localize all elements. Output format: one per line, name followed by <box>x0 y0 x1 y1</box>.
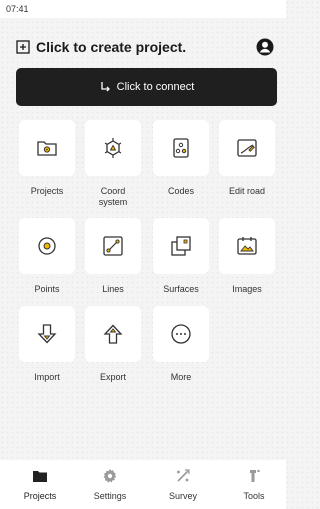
more-tile[interactable] <box>153 306 209 362</box>
lines-icon <box>103 236 123 256</box>
add-project-icon[interactable] <box>16 40 30 54</box>
more-label: More <box>170 372 192 382</box>
surfaces-tile[interactable] <box>153 218 209 274</box>
connect-icon <box>99 81 111 93</box>
tools-icon <box>250 469 260 482</box>
surfaces-icon <box>171 236 191 256</box>
folder-icon <box>37 141 57 156</box>
nav-projects[interactable]: Projects <box>10 468 70 501</box>
import-arrow-icon <box>37 324 57 344</box>
projects-tile[interactable] <box>19 120 75 176</box>
points-icon <box>38 237 56 255</box>
codes-icon <box>173 138 189 158</box>
points-label: Points <box>34 284 60 294</box>
codes-tile[interactable] <box>153 120 209 176</box>
status-time: 07:41 <box>6 4 29 14</box>
grid-item-images[interactable]: Images <box>217 218 277 295</box>
nav-survey[interactable]: Survey <box>153 468 213 501</box>
edit-road-label: Edit road <box>228 186 266 196</box>
nav-settings-label: Settings <box>93 491 127 501</box>
header: Click to create project. <box>16 38 274 56</box>
grid-item-import[interactable]: Import <box>17 306 77 383</box>
profile-icon[interactable] <box>256 38 274 56</box>
survey-icon <box>177 469 190 482</box>
connect-label: Click to connect <box>116 81 195 93</box>
grid-item-coord-system[interactable]: Coord system <box>83 120 143 208</box>
status-bar: 07:41 <box>0 0 286 18</box>
images-label: Images <box>232 284 262 294</box>
codes-label: Codes <box>167 186 194 196</box>
grid-item-edit-road[interactable]: Edit road <box>217 120 277 197</box>
grid-item-lines[interactable]: Lines <box>83 218 143 295</box>
nav-projects-label: Projects <box>23 491 57 501</box>
projects-label: Projects <box>30 186 64 196</box>
points-tile[interactable] <box>19 218 75 274</box>
bottom-nav: Projects Settings Survey Tools <box>0 460 286 509</box>
import-tile[interactable] <box>19 306 75 362</box>
lines-tile[interactable] <box>85 218 141 274</box>
gear-icon <box>103 469 117 483</box>
edit-road-icon <box>237 139 257 157</box>
images-icon <box>237 237 257 255</box>
images-tile[interactable] <box>219 218 275 274</box>
import-label: Import <box>34 372 60 382</box>
coord-system-icon <box>104 138 122 158</box>
nav-settings[interactable]: Settings <box>80 468 140 501</box>
surfaces-label: Surfaces <box>163 284 199 294</box>
create-project-title[interactable]: Click to create project. <box>36 39 186 55</box>
more-icon <box>171 324 191 344</box>
coord-system-tile[interactable] <box>85 120 141 176</box>
grid-item-projects[interactable]: Projects <box>17 120 77 197</box>
edit-road-tile[interactable] <box>219 120 275 176</box>
grid-item-export[interactable]: Export <box>83 306 143 383</box>
grid-item-more[interactable]: More <box>151 306 211 383</box>
grid-item-surfaces[interactable]: Surfaces <box>151 218 211 295</box>
export-arrow-icon <box>103 324 123 344</box>
export-label: Export <box>99 372 126 382</box>
grid-item-points[interactable]: Points <box>17 218 77 295</box>
nav-survey-label: Survey <box>168 491 197 501</box>
grid-item-codes[interactable]: Codes <box>151 120 211 197</box>
lines-label: Lines <box>102 284 124 294</box>
nav-tools[interactable]: Tools <box>224 468 284 501</box>
folder-icon <box>33 471 47 482</box>
export-tile[interactable] <box>85 306 141 362</box>
nav-tools-label: Tools <box>243 491 265 501</box>
coord-system-label: Coord system <box>98 186 128 207</box>
connect-button[interactable]: Click to connect <box>16 68 277 106</box>
